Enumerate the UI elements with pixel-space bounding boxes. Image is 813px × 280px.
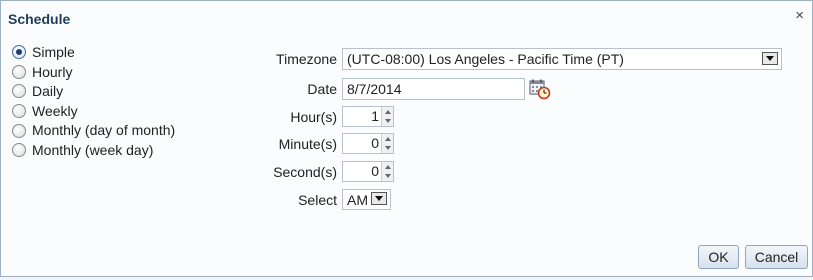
- minutes-label: Minute(s): [278, 136, 337, 152]
- date-label: Date: [307, 81, 337, 97]
- hours-label: Hour(s): [290, 109, 337, 125]
- hours-value: 1: [371, 108, 379, 124]
- spin-up-icon[interactable]: [382, 134, 393, 144]
- chevron-down-icon[interactable]: [371, 192, 387, 205]
- minutes-stepper[interactable]: 0: [342, 133, 394, 154]
- schedule-dialog: Schedule × Simple Hourly Daily Weekly Mo…: [0, 0, 813, 277]
- chevron-down-icon[interactable]: [762, 52, 778, 65]
- spin-up-icon[interactable]: [382, 107, 393, 117]
- cancel-button[interactable]: Cancel: [745, 245, 808, 269]
- minutes-value: 0: [371, 135, 379, 151]
- hours-spin-buttons: [381, 107, 393, 126]
- minutes-spin-buttons: [381, 134, 393, 153]
- hours-stepper[interactable]: 1: [342, 106, 394, 127]
- timezone-select[interactable]: (UTC-08:00) Los Angeles - Pacific Time (…: [342, 48, 782, 70]
- ampm-value: AM: [347, 192, 368, 208]
- seconds-value: 0: [371, 163, 379, 179]
- select-label: Select: [298, 192, 337, 208]
- seconds-label: Second(s): [273, 164, 337, 180]
- date-input[interactable]: 8/7/2014: [342, 78, 525, 100]
- dialog-title: Schedule: [8, 11, 71, 27]
- ok-button[interactable]: OK: [698, 245, 739, 269]
- close-icon[interactable]: ×: [795, 7, 804, 24]
- spin-up-icon[interactable]: [382, 162, 393, 172]
- timezone-value: (UTC-08:00) Los Angeles - Pacific Time (…: [347, 51, 624, 67]
- spin-down-icon[interactable]: [382, 116, 393, 126]
- date-value: 8/7/2014: [347, 81, 402, 97]
- calendar-clock-icon[interactable]: [529, 78, 551, 100]
- spin-down-icon[interactable]: [382, 143, 393, 153]
- seconds-stepper[interactable]: 0: [342, 161, 394, 182]
- timezone-label: Timezone: [276, 51, 337, 67]
- seconds-spin-buttons: [381, 162, 393, 181]
- ampm-select[interactable]: AM: [342, 189, 391, 210]
- spin-down-icon[interactable]: [382, 171, 393, 181]
